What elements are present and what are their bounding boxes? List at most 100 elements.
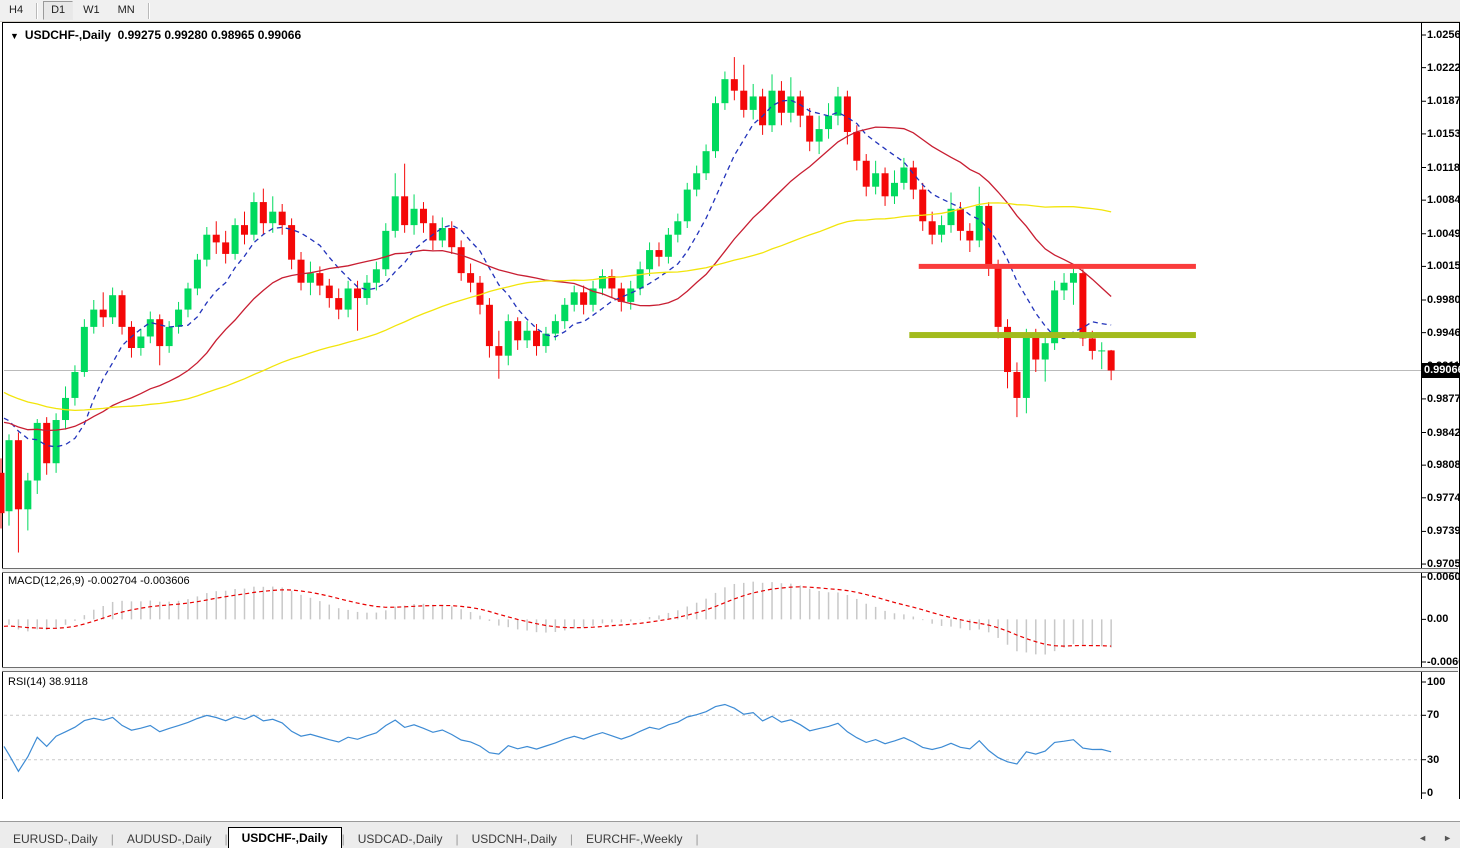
bull-candle — [1070, 273, 1077, 283]
bull-candle — [34, 423, 41, 481]
bull-candle — [721, 79, 728, 103]
bear-candle — [260, 202, 267, 223]
bull-candle — [411, 209, 418, 225]
bear-candle — [316, 273, 323, 285]
price-chart-canvas[interactable] — [0, 0, 1460, 848]
bull-candle — [345, 288, 352, 309]
bear-candle — [957, 209, 964, 231]
bear-candle — [514, 321, 521, 340]
bear-candle — [882, 173, 889, 196]
bull-candle — [90, 310, 97, 327]
bear-candle — [929, 221, 936, 234]
bear-candle — [335, 298, 342, 310]
bear-candle — [288, 225, 295, 260]
bull-candle — [646, 250, 653, 269]
price-tick-label: 1.00840 — [1427, 194, 1460, 206]
bull-candle — [684, 190, 691, 222]
price-tick-label: 1.01180 — [1427, 162, 1460, 174]
bear-candle — [401, 196, 408, 225]
bull-candle — [976, 206, 983, 241]
bull-candle — [561, 305, 568, 321]
bear-candle — [420, 209, 427, 223]
support-line[interactable] — [909, 332, 1196, 338]
chart-tab-usdcnh[interactable]: USDCNH-,Daily — [459, 829, 570, 848]
chart-tab-usdchf[interactable]: USDCHF-,Daily — [228, 827, 342, 848]
rsi-indicator-label: RSI(14) 38.9118 — [8, 676, 88, 688]
bull-candle — [825, 116, 832, 129]
bear-candle — [156, 319, 163, 346]
date-axis[interactable]: 8 Jan 201917 Jan 201927 Jan 20195 Feb 20… — [0, 799, 1460, 821]
price-tick-label: 1.02560 — [1427, 29, 1460, 41]
bear-candle — [966, 231, 973, 241]
bear-candle — [863, 161, 870, 187]
bull-candle — [505, 321, 512, 356]
pane-separator-rsi[interactable] — [2, 667, 1458, 672]
bull-candle — [627, 288, 634, 301]
bear-candle — [806, 116, 813, 142]
chart-title: ▼USDCHF-,Daily 0.99275 0.99280 0.98965 0… — [10, 28, 301, 42]
macd-tick-label: -0.006096 — [1427, 656, 1460, 668]
bull-candle — [109, 295, 116, 317]
bull-candle — [184, 288, 191, 309]
rsi-tick-label: 0 — [1427, 787, 1433, 799]
bear-candle — [429, 223, 436, 240]
bull-candle — [552, 321, 559, 333]
bear-candle — [326, 286, 333, 298]
bear-candle — [1013, 372, 1020, 398]
price-tick-label: 0.98770 — [1427, 393, 1460, 405]
chart-tab-bar: EURUSD-,Daily|AUDUSD-,Daily|USDCHF-,Dail… — [0, 821, 1460, 848]
rsi-tick-label: 100 — [1427, 676, 1445, 688]
ma-21-line[interactable] — [4, 127, 1111, 430]
bear-candle — [1108, 350, 1115, 370]
ma-8-line[interactable] — [4, 100, 1111, 447]
rsi-tick-label: 30 — [1427, 754, 1439, 766]
bear-candle — [354, 288, 361, 298]
price-tick-label: 0.99460 — [1427, 327, 1460, 339]
macd-signal-line — [4, 587, 1111, 646]
chart-tab-usdcad[interactable]: USDCAD-,Daily — [345, 829, 456, 848]
current-price-badge: 0.99066 — [1422, 363, 1460, 378]
bull-candle — [71, 372, 78, 398]
bull-candle — [269, 212, 276, 224]
bull-candle — [232, 225, 239, 254]
bear-candle — [213, 235, 220, 243]
macd-values: -0.002704 -0.003606 — [87, 575, 189, 587]
chart-tab-audusd[interactable]: AUDUSD-,Daily — [114, 829, 225, 848]
bear-candle — [222, 242, 229, 254]
tab-scroll-left-icon[interactable]: ◄ — [1418, 832, 1427, 844]
tab-scroll-right-icon[interactable]: ► — [1443, 832, 1452, 844]
bear-candle — [486, 305, 493, 346]
bull-candle — [24, 481, 31, 510]
bull-candle — [787, 96, 794, 112]
bull-candle — [81, 327, 88, 372]
resistance-line[interactable] — [919, 264, 1196, 269]
chart-tab-eurchf[interactable]: EURCHF-,Weekly — [573, 829, 695, 848]
bull-candle — [674, 221, 681, 234]
bull-candle — [363, 283, 370, 298]
bull-candle — [524, 331, 531, 341]
rsi-line — [4, 705, 1111, 772]
bear-candle — [533, 331, 540, 346]
bear-candle — [100, 310, 107, 318]
bear-candle — [853, 132, 860, 161]
bear-candle — [919, 190, 926, 222]
macd-name: MACD(12,26,9) — [8, 575, 84, 587]
bear-candle — [15, 440, 22, 509]
bull-candle — [307, 273, 314, 283]
price-tick-label: 1.01870 — [1427, 95, 1460, 107]
chart-ohlc-values: 0.99275 0.99280 0.98965 0.99066 — [118, 28, 302, 42]
bull-candle — [175, 310, 182, 327]
bull-candle — [392, 196, 399, 231]
chart-tab-eurusd[interactable]: EURUSD-,Daily — [0, 829, 111, 848]
chart-dropdown-icon[interactable]: ▼ — [10, 31, 19, 41]
bull-candle — [665, 235, 672, 257]
mt4-chart-window: H4D1W1MN ▼USDCHF-,Daily 0.99275 0.99280 … — [0, 0, 1460, 848]
bear-candle — [740, 91, 747, 110]
bear-candle — [731, 79, 738, 91]
bear-candle — [1089, 338, 1096, 350]
bull-candle — [166, 327, 173, 346]
price-tick-label: 0.98080 — [1427, 459, 1460, 471]
bear-candle — [985, 206, 992, 266]
bear-candle — [458, 247, 465, 273]
pane-separator-macd[interactable] — [2, 568, 1458, 573]
